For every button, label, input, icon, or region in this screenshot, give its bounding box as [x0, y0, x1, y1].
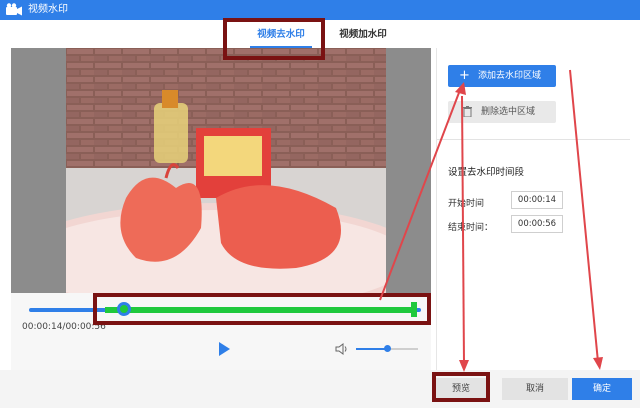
- divider: [437, 139, 630, 140]
- annotation-box-timeline: [93, 293, 431, 325]
- volume-slider-fill: [356, 348, 387, 350]
- plus-icon: +: [459, 68, 470, 83]
- add-watermark-area-label: 添加去水印区域: [478, 71, 542, 81]
- side-panel: + 添加去水印区域 删除选中区域 设置去水印时间段 开始时间 结束时间：: [436, 48, 630, 370]
- trash-icon: [463, 106, 472, 117]
- video-frame-image: [66, 48, 386, 293]
- end-time-input[interactable]: [511, 215, 563, 233]
- delete-selected-area-button[interactable]: 删除选中区域: [448, 101, 556, 123]
- title-bar: 视频水印: [0, 0, 640, 20]
- cancel-button[interactable]: 取消: [502, 378, 568, 400]
- tab-add-watermark[interactable]: 视频加水印: [326, 22, 400, 48]
- annotation-box-preview: [432, 372, 490, 402]
- volume-slider-knob[interactable]: [384, 345, 391, 352]
- confirm-button[interactable]: 确定: [572, 378, 632, 400]
- time-range-section-title: 设置去水印时间段: [448, 167, 525, 178]
- cancel-label: 取消: [525, 384, 544, 394]
- confirm-label: 确定: [592, 384, 611, 394]
- annotation-box-tab: [223, 18, 325, 60]
- start-time-input[interactable]: [511, 191, 563, 209]
- delete-selected-area-label: 删除选中区域: [481, 107, 536, 117]
- play-icon[interactable]: [217, 341, 231, 357]
- video-stage: [11, 48, 431, 293]
- start-time-label: 开始时间: [448, 199, 485, 209]
- video-camera-icon: [6, 3, 22, 16]
- volume-icon[interactable]: [335, 342, 349, 356]
- window-title: 视频水印: [28, 4, 68, 15]
- end-time-label: 结束时间：: [448, 223, 494, 233]
- video-frame[interactable]: [66, 48, 386, 293]
- tab-label: 视频加水印: [339, 29, 387, 40]
- add-watermark-area-button[interactable]: + 添加去水印区域: [448, 65, 556, 87]
